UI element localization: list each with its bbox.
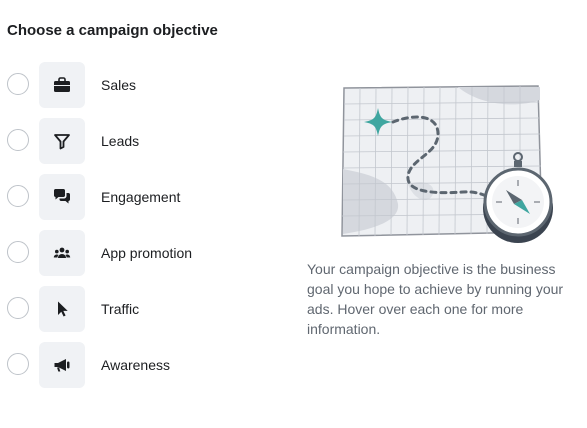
map-compass-illustration [338, 84, 558, 244]
objective-label: Engagement [101, 189, 181, 205]
sales-radio[interactable] [7, 73, 29, 95]
page-title: Choose a campaign objective [7, 22, 218, 39]
objective-label: App promotion [101, 245, 193, 261]
objective-label: Traffic [101, 301, 140, 317]
objective-label: Leads [101, 133, 140, 149]
people-icon [39, 230, 85, 276]
app-promotion-radio[interactable] [7, 241, 29, 263]
objective-label: Sales [101, 77, 137, 93]
chat-bubbles-icon [39, 174, 85, 220]
objective-option-awareness[interactable]: Awareness [7, 342, 267, 388]
objective-option-app-promotion[interactable]: App promotion [7, 230, 267, 276]
briefcase-icon [39, 62, 85, 108]
objective-option-leads[interactable]: Leads [7, 118, 267, 164]
awareness-radio[interactable] [7, 353, 29, 375]
objective-description: Your campaign objective is the business … [307, 261, 564, 337]
objective-label: Awareness [101, 357, 171, 373]
engagement-radio[interactable] [7, 185, 29, 207]
megaphone-icon [39, 342, 85, 388]
objective-option-sales[interactable]: Sales [7, 62, 267, 108]
objective-option-traffic[interactable]: Traffic [7, 286, 267, 332]
traffic-radio[interactable] [7, 297, 29, 319]
cursor-icon [39, 286, 85, 332]
leads-radio[interactable] [7, 129, 29, 151]
funnel-icon [39, 118, 85, 164]
objective-option-engagement[interactable]: Engagement [7, 174, 267, 220]
